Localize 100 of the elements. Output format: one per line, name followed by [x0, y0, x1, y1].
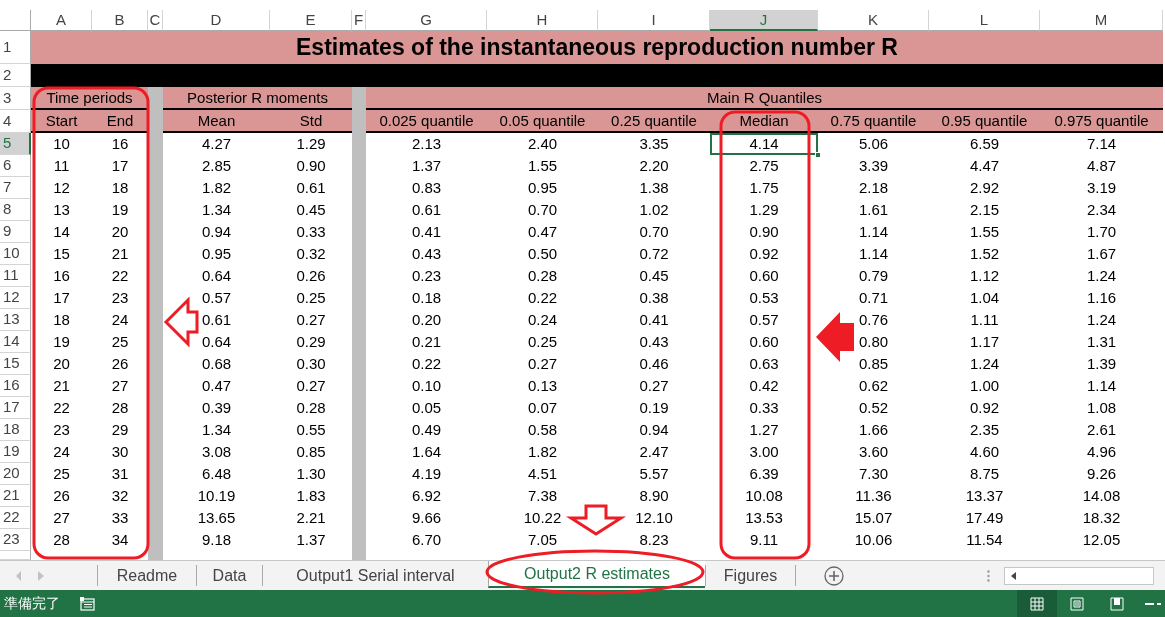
table-cell-text: 1.38: [638, 178, 670, 198]
table-cell-text: 3.08: [200, 442, 233, 462]
row-number[interactable]: 5: [0, 133, 31, 155]
more-options-icon[interactable]: [987, 569, 990, 582]
table-cell-text: 10: [52, 134, 71, 154]
table-cell-text: 0.79: [857, 266, 890, 286]
column-heading: 0.025 quantile: [366, 110, 487, 133]
row-number[interactable]: 11: [0, 265, 31, 287]
table-cell-text: 30: [110, 442, 130, 462]
table-cell-text: 11: [52, 156, 71, 176]
table-cell-text: 1.16: [1085, 288, 1118, 308]
table-cell-text: 0.92: [968, 398, 1001, 418]
horizontal-scrollbar[interactable]: [1004, 566, 1154, 585]
column-header[interactable]: J: [710, 10, 818, 31]
row-number[interactable]: 23: [0, 529, 31, 551]
table-cell-text: 13.37: [964, 486, 1005, 506]
table-cell-text: 1.55: [968, 222, 1001, 242]
table-cell-text: 0.49: [410, 420, 443, 440]
table-cell-text: 1.24: [968, 354, 1001, 374]
table-cell-text: 17: [110, 156, 130, 176]
table-cell-text: 24: [110, 310, 130, 330]
table-cell-text: 22: [52, 398, 71, 418]
table-cell-text: 13.53: [744, 508, 784, 528]
table-cell-text: 8.75: [968, 464, 1001, 484]
page-icon: [1070, 596, 1084, 611]
sheet-tab[interactable]: Readme: [97, 565, 196, 586]
sheet-tab[interactable]: Figures: [705, 565, 795, 586]
row-number[interactable]: 14: [0, 331, 31, 353]
table-cell-text: 18: [110, 178, 130, 198]
table-cell-text: 11.54: [965, 530, 1004, 550]
table-cell-text: 0.38: [638, 288, 670, 308]
table-cell-text: 11.36: [854, 486, 893, 506]
table-cell-text: 1.04: [968, 288, 1001, 308]
table-cell-text: 5.57: [638, 464, 670, 484]
row-number[interactable]: 6: [0, 155, 31, 177]
table-cell-text: 1.37: [410, 156, 443, 176]
add-sheet-icon[interactable]: [824, 565, 844, 586]
table-cell-text: 26: [52, 486, 71, 506]
row-number[interactable]: 7: [0, 177, 31, 199]
table-cell-text: 2.92: [968, 178, 1001, 198]
table-cell-text: 0.45: [295, 200, 327, 220]
table-cell-text: 0.61: [410, 200, 443, 220]
column-heading: Std: [270, 110, 352, 133]
table-cell-text: 0.10: [410, 376, 443, 396]
table-cell-text: 7.14: [1085, 134, 1118, 154]
row-number[interactable]: 13: [0, 309, 31, 331]
table-cell-text: 19: [110, 200, 130, 220]
table-cell-text: 24: [52, 442, 71, 462]
table-cell-text: 1.64: [410, 442, 443, 462]
row-number[interactable]: 9: [0, 221, 31, 243]
outline-arrow: [163, 296, 199, 348]
table-cell-text: 20: [52, 354, 71, 374]
table-cell-text: 1.55: [526, 156, 559, 176]
macro-record-icon[interactable]: [80, 597, 95, 612]
column-heading: 0.975 quantile: [1040, 110, 1163, 133]
table-cell-text: 0.25: [526, 332, 559, 352]
table-cell-text: 0.57: [748, 310, 780, 330]
row-number[interactable]: 21: [0, 485, 31, 507]
select-all-button[interactable]: [0, 10, 31, 31]
row-number[interactable]: 18: [0, 419, 31, 441]
table-cell-text: 5.06: [857, 134, 890, 154]
scroll-left-icon[interactable]: [1011, 571, 1016, 580]
table-cell-text: 1.27: [748, 420, 780, 440]
row-number[interactable]: 12: [0, 287, 31, 309]
sheet-tab[interactable]: Output2 R estimates: [488, 561, 705, 588]
column-heading: 0.95 quantile: [929, 110, 1040, 133]
table-cell-text: 22: [110, 266, 130, 286]
table-cell-text: 13.65: [196, 508, 237, 528]
table-cell-text: 15.07: [853, 508, 894, 528]
sheet-tab[interactable]: Data: [196, 565, 262, 586]
row-number[interactable]: 19: [0, 441, 31, 463]
row-number[interactable]: 20: [0, 463, 31, 485]
view-button[interactable]: [1017, 590, 1057, 617]
row-number[interactable]: 15: [0, 353, 31, 375]
table-cell-text: 0.42: [748, 376, 780, 396]
row-number[interactable]: 16: [0, 375, 31, 397]
table-cell-text: 1.17: [968, 332, 1001, 352]
table-cell-text: 3.39: [857, 156, 890, 176]
table-cell-text: 0.22: [410, 354, 443, 374]
table-cell-text: 0.52: [857, 398, 890, 418]
row-number[interactable]: 22: [0, 507, 31, 529]
table-cell-text: 0.63: [748, 354, 780, 374]
table-cell-text: 1.70: [1085, 222, 1118, 242]
column-heading: Start: [31, 110, 92, 133]
table-cell-text: 1.82: [200, 178, 233, 198]
row-number[interactable]: 8: [0, 199, 31, 221]
table-cell-text: 18: [52, 310, 71, 330]
scroll-right-icon[interactable]: [38, 570, 44, 581]
table-cell-text: 12.10: [634, 508, 674, 528]
table-cell-text: 1.39: [1085, 354, 1118, 374]
group-header: Posterior R moments: [163, 87, 352, 110]
table-cell-text: 9.18: [200, 530, 233, 550]
table-cell-text: 0.64: [200, 266, 233, 286]
table-cell-text: 10.06: [853, 530, 894, 550]
row-number[interactable]: 10: [0, 243, 31, 265]
table-cell-text: 0.94: [638, 420, 670, 440]
grid-icon: [1030, 596, 1044, 611]
table-cell-text: 21: [110, 244, 130, 264]
zoom-out-icon[interactable]: [1145, 602, 1161, 607]
row-number[interactable]: 17: [0, 397, 31, 419]
